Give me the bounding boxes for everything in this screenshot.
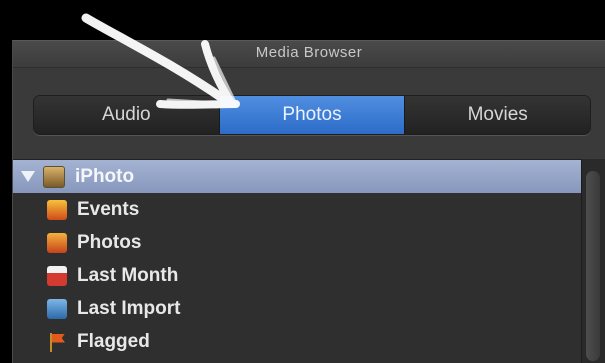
iphoto-icon — [43, 165, 65, 188]
list-item-flagged[interactable]: Flagged — [13, 325, 583, 358]
list-item-last-import[interactable]: Last Import — [13, 292, 583, 325]
list-item-last-month[interactable]: Last Month — [13, 259, 583, 292]
tab-photos[interactable]: Photos — [219, 96, 406, 134]
disclosure-triangle-icon[interactable] — [21, 171, 35, 182]
list-item-events[interactable]: Events — [13, 193, 583, 226]
photos-icon — [47, 232, 67, 253]
flag-icon — [47, 332, 67, 352]
calendar-icon — [47, 265, 67, 286]
source-list: iPhoto Events Photos Last Month Last Imp… — [13, 159, 583, 363]
list-item-label: iPhoto — [75, 165, 135, 187]
media-browser-panel: Media Browser Audio Photos Movies iPhoto… — [12, 40, 605, 363]
list-item-iphoto[interactable]: iPhoto — [13, 160, 583, 193]
list-item-label: Last Import — [77, 297, 181, 319]
events-icon — [47, 199, 67, 220]
media-type-segmented-control: Audio Photos Movies — [33, 95, 591, 135]
list-item-label: Photos — [77, 231, 142, 253]
vertical-scrollbar[interactable] — [581, 159, 605, 363]
list-item-label: Last Month — [77, 264, 179, 286]
list-item-label: Events — [77, 198, 140, 220]
import-icon — [47, 298, 67, 319]
tab-movies[interactable]: Movies — [405, 96, 590, 134]
list-item-label: Flagged — [77, 330, 150, 352]
screenshot-stage: Media Browser Audio Photos Movies iPhoto… — [0, 0, 605, 363]
scrollbar-thumb[interactable] — [586, 171, 600, 361]
tab-audio[interactable]: Audio — [34, 96, 220, 134]
list-item-photos[interactable]: Photos — [13, 226, 583, 259]
window-title: Media Browser — [13, 41, 605, 68]
